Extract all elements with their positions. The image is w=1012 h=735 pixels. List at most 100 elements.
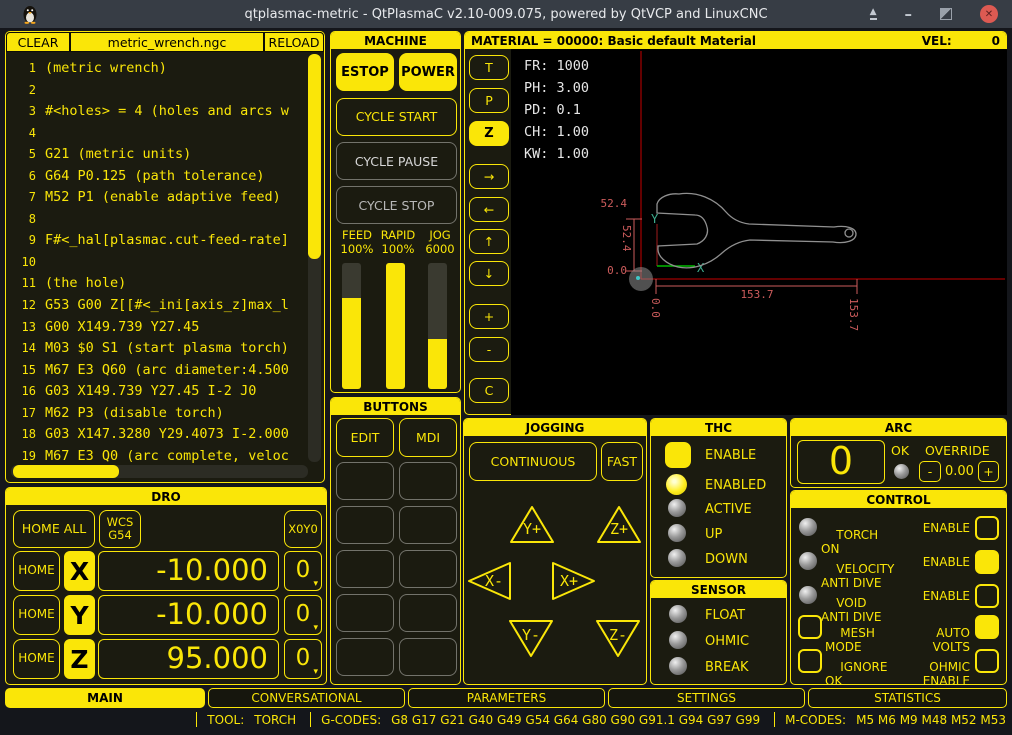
mdi-button[interactable]: MDI [399,418,457,457]
preview-canvas[interactable]: FR: 1000 PH: 3.00 PD: 0.1 CH: 1.00 KW: 1… [511,49,1007,415]
zoom-out-button[interactable]: - [469,337,509,362]
arc-override-minus-button[interactable]: - [919,461,941,482]
scrollbar-thumb[interactable] [308,54,321,259]
home-y-button[interactable]: HOME [13,595,60,635]
custom-button-slot[interactable] [336,550,394,588]
dropdown-caret-icon: ▾ [313,668,318,677]
preview-top-view-button[interactable]: T [469,55,509,80]
gcode-line: 7M52 P1 (enable adaptive feed) [14,185,306,207]
pan-right-button[interactable]: → [469,164,509,189]
z-zero-button[interactable]: 0 ▾ [284,639,322,679]
custom-button-slot[interactable] [336,638,394,676]
tab-settings[interactable]: SETTINGS [608,688,805,708]
thc-up-label: UP [705,527,722,542]
custom-button-slot[interactable] [336,462,394,500]
arc-voltage-display: 0 [797,440,885,484]
custom-button-slot[interactable] [399,506,457,544]
buttons-panel-header: BUTTONS [331,398,460,415]
x0y0-button[interactable]: X0Y0 [284,510,322,548]
cycle-stop-button[interactable]: CYCLE STOP [336,186,457,224]
clear-button[interactable]: CLEAR [7,33,69,51]
custom-button-slot[interactable] [399,638,457,676]
close-button[interactable]: ✕ [980,5,998,23]
gcode-line: 2 [14,78,306,100]
reload-button[interactable]: RELOAD [265,33,323,51]
restore-button[interactable] [940,8,952,20]
y-zero-button[interactable]: 0 ▾ [284,595,322,635]
tool-value: TORCH [254,713,296,727]
clear-plot-button[interactable]: C [469,378,509,403]
extents-dimensions: 52.4 52.4 0.0 153.7 0.0 153.7 [601,197,861,331]
pan-up-button[interactable]: ↑ [469,229,509,254]
power-button[interactable]: POWER [399,53,457,91]
gcode-line: 10 [14,250,306,272]
arc-override-plus-button[interactable]: + [978,461,999,482]
jog-x-plus-button[interactable]: X+ [551,560,597,602]
home-z-button[interactable]: HOME [13,639,60,679]
scrollbar-thumb[interactable] [13,465,119,478]
home-x-button[interactable]: HOME [13,551,60,591]
gcodes-value: G8 G17 G21 G40 G49 G54 G64 G80 G90 G91.1… [391,713,760,727]
tab-parameters[interactable]: PARAMETERS [408,688,605,708]
auto-volts-checkbox[interactable] [975,615,999,639]
arc-ok-label: OK [891,443,909,458]
jog-z-minus-button[interactable]: Z- [595,618,641,660]
torch-enable-checkbox[interactable] [975,516,999,540]
gcode-vertical-scrollbar[interactable] [308,54,321,462]
estop-button[interactable]: ESTOP [336,53,394,91]
custom-button-slot[interactable] [399,550,457,588]
custom-button-slot[interactable] [336,506,394,544]
rapid-slider[interactable] [386,263,405,389]
material-label[interactable]: MATERIAL = 00000: Basic default Material [471,34,756,48]
svg-text:Y+: Y+ [523,520,541,538]
gcode-viewer[interactable]: 1(metric wrench) 2 3#<holes> = 4 (holes … [14,56,306,464]
gcode-horizontal-scrollbar[interactable] [11,465,308,478]
ohmic-enable-checkbox[interactable] [975,649,999,673]
mcodes-label: M-CODES: [785,713,846,727]
minimize-button[interactable]: – [905,5,913,23]
dro-panel-header: DRO [6,488,326,505]
thc-enabled-led [666,474,687,495]
velocity-enable-label: ENABLE [923,555,970,569]
preview-z-view-button[interactable]: Z [469,121,509,146]
pan-left-button[interactable]: ← [469,197,509,222]
custom-button-slot[interactable] [336,594,394,632]
jog-z-plus-button[interactable]: Z+ [596,503,642,545]
custom-button-slot[interactable] [399,594,457,632]
jog-slider[interactable] [428,263,447,389]
mesh-mode-checkbox[interactable] [798,615,822,639]
gcode-line: 8 [14,207,306,229]
rapid-label: RAPID [376,228,420,242]
wcs-button[interactable]: WCS G54 [99,510,141,548]
jog-y-minus-button[interactable]: Y- [508,618,554,660]
jog-y-plus-button[interactable]: Y+ [509,503,555,545]
ignore-ok-checkbox[interactable] [798,649,822,673]
x-extent-label: 153.7 [740,288,773,301]
velocity-enable-checkbox[interactable] [975,550,999,574]
gcode-line: 19M67 E3 Q0 (arc complete, veloc [14,444,306,464]
dropdown-caret-icon: ▾ [313,580,318,589]
home-all-button[interactable]: HOME ALL [13,510,95,548]
preview-perspective-button[interactable]: P [469,88,509,113]
jog-fast-button[interactable]: FAST [601,442,643,481]
velocity-value: 0 [992,34,1000,48]
tab-main[interactable]: MAIN [5,688,205,708]
jog-continuous-button[interactable]: CONTINUOUS [469,442,597,481]
void-enable-checkbox[interactable] [975,584,999,608]
edit-button[interactable]: EDIT [336,418,394,457]
gcode-line: 17M62 P3 (disable torch) [14,401,306,423]
zoom-in-button[interactable]: + [469,304,509,329]
tab-conversational[interactable]: CONVERSATIONAL [208,688,405,708]
tool-position-indicator [629,267,653,291]
feed-slider[interactable] [342,263,361,389]
cycle-pause-button[interactable]: CYCLE PAUSE [336,142,457,180]
x-zero-button[interactable]: 0 ▾ [284,551,322,591]
break-sensor-label: BREAK [705,660,749,675]
thc-enable-checkbox[interactable] [665,442,691,468]
jog-x-minus-button[interactable]: X- [466,560,512,602]
keep-above-button[interactable]: ▲ [870,8,877,20]
cycle-start-button[interactable]: CYCLE START [336,98,457,136]
custom-button-slot[interactable] [399,462,457,500]
tab-statistics[interactable]: STATISTICS [808,688,1007,708]
pan-down-button[interactable]: ↓ [469,261,509,286]
